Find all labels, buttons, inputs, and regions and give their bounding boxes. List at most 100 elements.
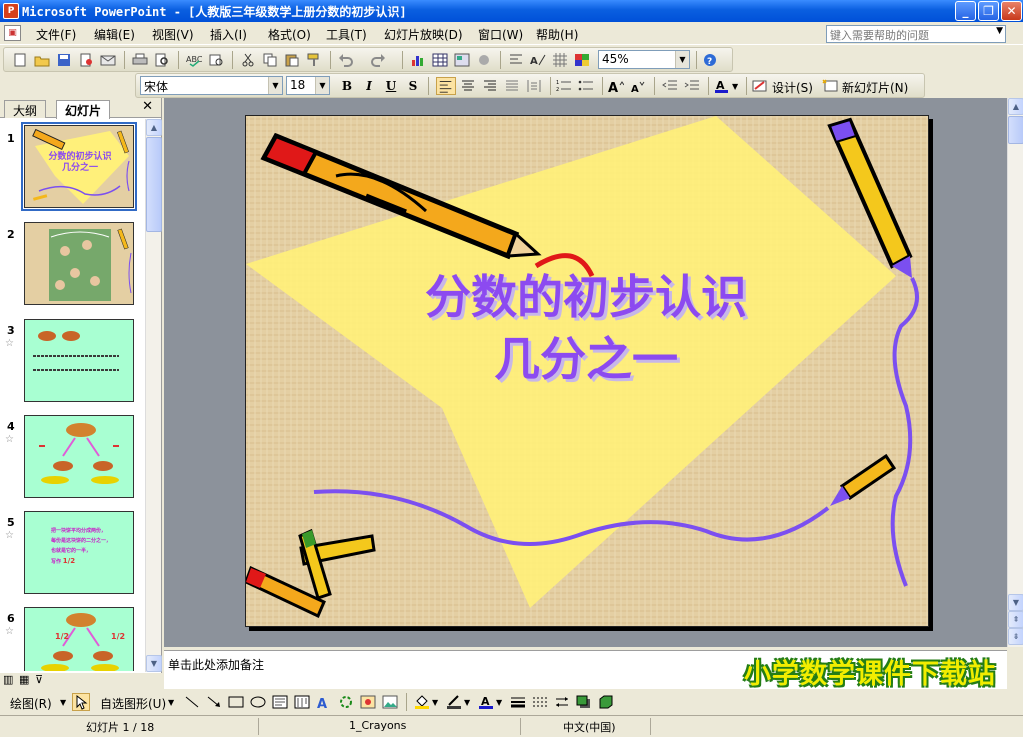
new-icon[interactable] (12, 53, 28, 67)
expand-all-icon[interactable] (508, 53, 524, 67)
chevron-down-icon[interactable]: ▼ (268, 77, 282, 94)
menu-slideshow[interactable]: 幻灯片放映(D) (384, 26, 463, 43)
previous-slide-button[interactable]: ⇞ (1008, 611, 1023, 628)
slide-thumbnail-4[interactable] (24, 415, 134, 498)
animation-star-icon[interactable]: ☆ (5, 338, 14, 349)
design-icon[interactable] (752, 79, 768, 93)
format-painter-icon[interactable] (306, 53, 322, 67)
document-icon[interactable]: ▣ (4, 25, 21, 41)
open-icon[interactable] (34, 53, 50, 67)
clipart-icon[interactable] (360, 695, 376, 709)
menu-tools[interactable]: 工具(T) (326, 26, 367, 43)
scrollbar-thumb[interactable] (1008, 116, 1023, 144)
menu-view[interactable]: 视图(V) (152, 26, 194, 43)
notes-pane[interactable]: 单击此处添加备注 (164, 650, 1007, 689)
3d-style-icon[interactable] (598, 695, 614, 709)
animation-star-icon[interactable]: ☆ (5, 626, 14, 637)
underline-button[interactable]: U (382, 78, 400, 95)
undo-icon[interactable] (338, 53, 354, 67)
grid-icon[interactable] (552, 53, 568, 67)
chevron-down-icon[interactable]: ▼ (732, 82, 738, 91)
align-right-icon[interactable] (482, 79, 498, 93)
scroll-down-button[interactable]: ▼ (146, 655, 162, 672)
powerpoint-app-icon[interactable]: P (3, 3, 19, 19)
increase-font-icon[interactable]: A (608, 79, 624, 93)
oval-icon[interactable] (250, 695, 266, 709)
close-button[interactable]: ✕ (1001, 1, 1022, 21)
scroll-up-button[interactable]: ▲ (1008, 98, 1023, 115)
chevron-down-icon[interactable]: ▼ (996, 26, 1003, 36)
slide-thumbnail-6[interactable]: 1/2 1/2 (24, 607, 134, 671)
line-color-icon[interactable] (446, 695, 462, 709)
chevron-down-icon[interactable]: ▼ (675, 51, 689, 68)
shadow-button[interactable]: S (404, 78, 422, 95)
next-slide-button[interactable]: ⇟ (1008, 628, 1023, 645)
show-formatting-icon[interactable]: A (530, 53, 546, 67)
select-pointer-icon[interactable] (72, 693, 90, 711)
arrow-style-icon[interactable] (554, 695, 570, 709)
slides-pane-scrollbar[interactable]: ▲ ▼ (145, 119, 162, 672)
tab-slides[interactable]: 幻灯片 (56, 100, 111, 119)
font-color-icon[interactable]: A (714, 79, 730, 93)
slide-thumbnail-1[interactable]: 分数的初步认识 几分之一 (21, 122, 137, 211)
line-style-icon[interactable] (510, 695, 526, 709)
chevron-down-icon[interactable]: ▼ (464, 698, 470, 707)
align-left-icon[interactable] (436, 77, 456, 95)
slide-title[interactable]: 分数的初步认识 几分之一 (346, 266, 826, 390)
menu-file[interactable]: 文件(F) (36, 26, 76, 43)
rectangle-icon[interactable] (228, 695, 244, 709)
align-center-icon[interactable] (460, 79, 476, 93)
normal-view-icon[interactable]: ▥ (3, 673, 13, 686)
insert-diagram-icon[interactable] (454, 53, 470, 67)
scroll-down-button[interactable]: ▼ (1008, 594, 1023, 611)
color-grayscale-icon[interactable] (574, 53, 590, 67)
decrease-indent-icon[interactable] (662, 79, 678, 93)
chevron-down-icon[interactable]: ▼ (168, 698, 174, 707)
edit-area-scrollbar[interactable]: ▲ ▼ ⇞ ⇟ (1007, 98, 1023, 647)
dash-style-icon[interactable] (532, 695, 548, 709)
new-slide-icon[interactable] (822, 79, 838, 93)
diagram-icon[interactable] (338, 695, 354, 709)
animation-star-icon[interactable]: ☆ (5, 530, 14, 541)
menu-window[interactable]: 窗口(W) (478, 26, 523, 43)
help-search-input[interactable]: 键入需要帮助的问题 ▼ (826, 25, 1006, 43)
autoshapes-button[interactable]: 自选图形(U) (100, 695, 166, 712)
help-icon[interactable]: ? (702, 53, 718, 67)
draw-menu-button[interactable]: 绘图(R) (10, 695, 52, 712)
chevron-down-icon[interactable]: ▼ (315, 77, 329, 94)
textbox-icon[interactable] (272, 695, 288, 709)
email-icon[interactable] (100, 53, 116, 67)
font-size-select[interactable]: 18 ▼ (286, 76, 330, 95)
insert-table-icon[interactable] (432, 53, 448, 67)
close-icon[interactable]: ✕ (142, 99, 153, 114)
redo-icon[interactable] (370, 53, 386, 67)
spelling-icon[interactable]: ABC (186, 53, 202, 67)
numbering-icon[interactable]: 12 (556, 79, 572, 93)
distribute-icon[interactable] (526, 79, 542, 93)
design-button[interactable]: 设计(S) (772, 79, 813, 96)
paste-icon[interactable] (284, 53, 300, 67)
shadow-style-icon[interactable] (576, 695, 592, 709)
menu-format[interactable]: 格式(O) (268, 26, 311, 43)
insert-picture-icon[interactable] (476, 53, 492, 67)
font-color-icon[interactable]: A (478, 695, 494, 709)
restore-button[interactable]: ❐ (978, 1, 999, 21)
scrollbar-thumb[interactable] (146, 137, 162, 232)
tab-outline[interactable]: 大纲 (4, 100, 47, 118)
slide-thumbnail-3[interactable] (24, 319, 134, 402)
current-slide[interactable]: 分数的初步认识 几分之一 (245, 115, 929, 627)
arrow-icon[interactable] (206, 695, 222, 709)
scroll-up-button[interactable]: ▲ (146, 119, 162, 136)
wordart-icon[interactable]: A (316, 695, 332, 709)
copy-icon[interactable] (262, 53, 278, 67)
vertical-textbox-icon[interactable] (294, 695, 310, 709)
menu-help[interactable]: 帮助(H) (536, 26, 578, 43)
menu-edit[interactable]: 编辑(E) (94, 26, 135, 43)
minimize-button[interactable]: _ (955, 1, 976, 21)
decrease-font-icon[interactable]: A (630, 79, 646, 93)
fill-color-icon[interactable] (414, 695, 430, 709)
chevron-down-icon[interactable]: ▼ (432, 698, 438, 707)
cut-icon[interactable] (240, 53, 256, 67)
line-icon[interactable] (184, 695, 200, 709)
new-slide-button[interactable]: 新幻灯片(N) (842, 79, 908, 96)
